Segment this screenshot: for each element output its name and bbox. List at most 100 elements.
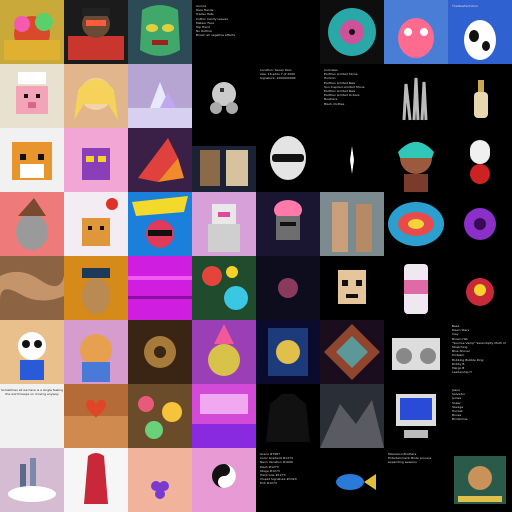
nft-tile-superman-panda[interactable] <box>0 320 64 384</box>
brown-texture-abstract-image <box>0 271 64 301</box>
trait-list-text-1-label: Aurora Rare Hands Trades Hats Cotton Can… <box>196 4 236 38</box>
nft-tile-gray-dog-wizard-hat[interactable] <box>0 192 64 256</box>
nft-tile-perfume-bottle[interactable] <box>448 64 512 128</box>
fractal-kaleidoscope-image <box>324 324 380 380</box>
nft-tile-pink-robot-suit[interactable] <box>192 192 256 256</box>
vinyl-record-cover-image <box>328 8 376 56</box>
magenta-glitch-texture-image <box>128 276 192 299</box>
nft-tile-pixel-fox[interactable] <box>0 128 64 192</box>
nft-tile-flower-collage[interactable] <box>128 384 192 448</box>
yin-yang-pink-image <box>212 464 236 488</box>
nft-tile-magenta-glitch-texture[interactable] <box>128 256 192 320</box>
nft-tile-floating-city-clouds[interactable] <box>0 448 64 512</box>
nft-tile-trait-list-text-1[interactable]: Aurora Rare Hands Trades Hats Cotton Can… <box>192 0 256 64</box>
red-robot-creature-image <box>466 278 494 306</box>
pixel-retro-computer-image <box>396 394 436 438</box>
nft-tile-red-liquid-figure[interactable] <box>64 448 128 512</box>
nft-tile-vaporwave-text-art[interactable] <box>192 384 256 448</box>
psychedelic-pattern-image <box>202 266 248 310</box>
nft-tile-dog-police-officer[interactable] <box>64 256 128 320</box>
nft-tile-tropical-fish[interactable] <box>320 448 384 512</box>
nft-tile-silver-claw-hand[interactable] <box>384 64 448 128</box>
nft-tile-red-robot-creature[interactable] <box>448 256 512 320</box>
nft-tile-purple-sun-burst[interactable] <box>448 192 512 256</box>
nft-tile-geometric-arrow-purple[interactable] <box>128 128 192 192</box>
nft-tile-fractal-kaleidoscope[interactable] <box>320 320 384 384</box>
nft-tile-trait-list-text-6[interactable]: Television Brothers Entertainment Mode p… <box>384 448 448 512</box>
nft-tile-luchador-mask-portrait[interactable] <box>128 0 192 64</box>
flower-collage-image <box>138 396 182 439</box>
trait-list-text-2-label: Location: Seven Rain size: 16 adds 7 of … <box>260 68 296 81</box>
nft-tile-ape-train-conductor[interactable] <box>64 0 128 64</box>
nft-tile-alien-sunglasses[interactable] <box>256 128 320 192</box>
cow-character-blue-label: TheNewFactotum <box>452 4 479 8</box>
nft-tile-knight-brain-helmet[interactable] <box>256 192 320 256</box>
nft-tile-pixel-retro-computer[interactable] <box>384 384 448 448</box>
perfume-bottle-image <box>474 80 488 118</box>
nft-tile-chrome-ball-figure[interactable] <box>192 64 256 128</box>
tropical-fish-image <box>336 474 376 490</box>
two-women-photo-image <box>332 202 372 252</box>
nft-tile-swirl-abstract[interactable] <box>384 192 448 256</box>
shiba-dog-costume-image <box>80 334 112 382</box>
nft-tile-pixel-bear-balloon[interactable] <box>64 192 128 256</box>
nft-tile-yin-yang-pink[interactable] <box>192 448 256 512</box>
nft-tile-grapes-sunset[interactable] <box>128 448 192 512</box>
nft-tile-hero-album-cover[interactable] <box>448 448 512 512</box>
nft-tile-mountain-cliff-photo[interactable] <box>320 384 384 448</box>
nft-tile-orange-hearts-lake[interactable] <box>64 384 128 448</box>
nft-tile-steampunk-machine[interactable] <box>128 320 192 384</box>
nft-tile-psychedelic-pattern[interactable] <box>192 256 256 320</box>
nft-tile-trait-list-text-3[interactable]: Colorless Earthen Limited Stone Horizon … <box>320 64 384 128</box>
nft-tile-single-star-dark[interactable] <box>320 128 384 192</box>
word-list-text-label: Jesus Salvador James Sober Savage Honest… <box>452 388 468 422</box>
single-star-dark-image <box>350 146 354 174</box>
nft-tile-party-ape-portrait[interactable] <box>192 320 256 384</box>
ape-train-conductor-image <box>68 8 124 60</box>
nft-tile-black-empty-1[interactable] <box>256 0 320 64</box>
nft-tile-cow-character-blue[interactable]: TheNewFactotum <box>448 0 512 64</box>
nft-tile-trait-list-text-5[interactable]: Grace #7987 Color Gradient #1273 Neon Va… <box>256 448 320 512</box>
nft-tile-pink-creature-blue-bg[interactable] <box>384 0 448 64</box>
pill-capsules-image <box>470 140 490 184</box>
nft-tile-word-list-text[interactable]: Jesus Salvador James Sober Savage Honest… <box>448 384 512 448</box>
nft-tile-trait-list-text-2[interactable]: Location: Seven Rain size: 16 adds 7 of … <box>256 64 320 128</box>
nft-tile-pixel-pig-chef[interactable] <box>0 64 64 128</box>
vaporwave-text-art-image <box>192 394 256 448</box>
nft-tile-boombox-sketch[interactable] <box>384 320 448 384</box>
nft-tile-cosmic-card-portrait[interactable] <box>256 320 320 384</box>
pink-robot-suit-image <box>208 204 240 252</box>
nft-tile-teal-helmet-woman[interactable] <box>384 128 448 192</box>
superman-panda-image <box>18 332 46 380</box>
nft-tile-two-women-photo[interactable] <box>320 192 384 256</box>
nft-tile-neon-tree-landscape[interactable] <box>0 0 64 64</box>
black-hoodie-image <box>266 394 310 442</box>
nft-tile-black-hoodie[interactable] <box>256 384 320 448</box>
red-liquid-figure-image <box>84 453 108 504</box>
nft-tile-star-wars-collage[interactable] <box>192 128 256 192</box>
nft-tile-shiba-dog-costume[interactable] <box>64 320 128 384</box>
luchador-mask-portrait-image <box>140 5 180 56</box>
star-wars-collage-image <box>192 128 256 186</box>
nft-tile-pixel-skull-face[interactable] <box>320 256 384 320</box>
pink-creature-blue-bg-image <box>398 18 434 58</box>
nft-grid: Aurora Rare Hands Trades Hats Cotton Can… <box>0 0 512 512</box>
nft-tile-pink-puddle-text[interactable]: Sometimes all we have is a single feelin… <box>0 384 64 448</box>
pixel-skull-face-image <box>338 270 366 304</box>
crystal-cloudscape-image <box>128 82 192 128</box>
nft-tile-crystal-cloudscape[interactable] <box>128 64 192 128</box>
nft-tile-pixel-purple-blob[interactable] <box>64 128 128 192</box>
nft-tile-blonde-girl-portrait[interactable] <box>64 64 128 128</box>
cosmic-card-portrait-image <box>268 328 308 376</box>
grapes-sunset-image <box>151 481 169 499</box>
nft-tile-planet-dark-space[interactable] <box>256 256 320 320</box>
nft-tile-pill-capsules[interactable] <box>448 128 512 192</box>
nft-tile-comic-superhero-pop[interactable] <box>128 192 192 256</box>
nft-tile-pink-soda-can[interactable] <box>384 256 448 320</box>
nft-tile-trait-list-text-4[interactable]: Base Dawn Stars Clay Brown Hat "Sunrise … <box>448 320 512 384</box>
pink-soda-can-image <box>404 264 428 314</box>
nft-tile-vinyl-record-cover[interactable] <box>320 0 384 64</box>
orange-hearts-lake-image <box>64 399 128 448</box>
nft-tile-brown-texture-abstract[interactable] <box>0 256 64 320</box>
geometric-arrow-purple-image <box>138 138 184 182</box>
